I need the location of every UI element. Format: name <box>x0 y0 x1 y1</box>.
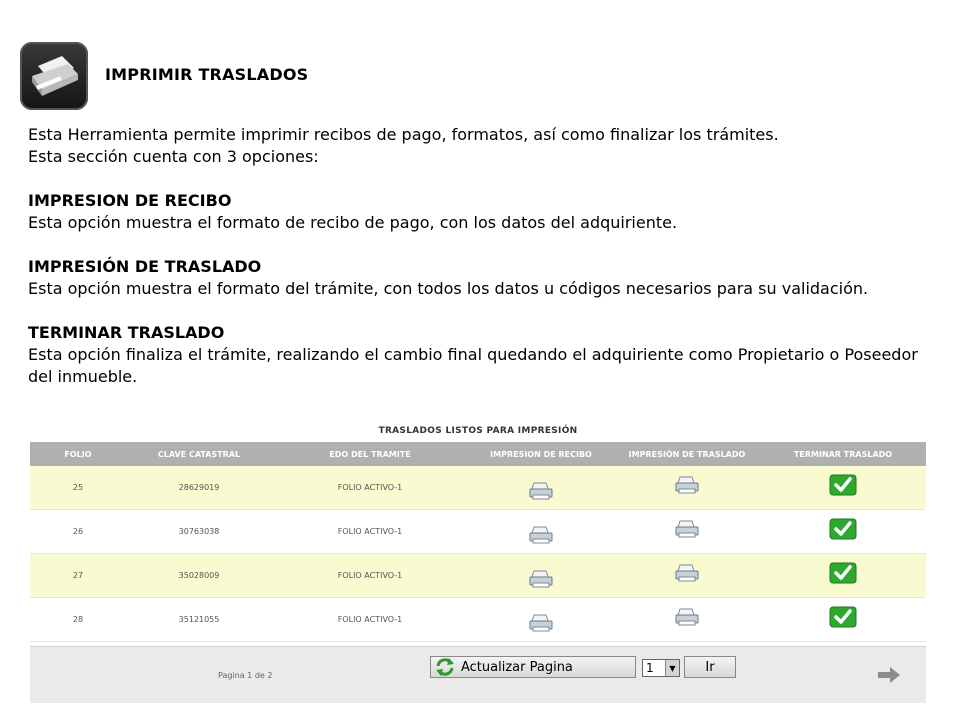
page-indicator: Pagina 1 de 2 <box>218 671 273 680</box>
cell-estado: FOLIO ACTIVO-1 <box>337 615 403 624</box>
table-row: 26 30763038 FOLIO ACTIVO-1 <box>30 510 926 554</box>
cell-folio: 27 <box>72 571 84 580</box>
next-page-arrow-icon[interactable] <box>878 667 900 683</box>
chevron-down-icon[interactable]: ▼ <box>664 660 679 676</box>
go-button[interactable]: Ir <box>684 656 736 678</box>
cell-folio: 28 <box>72 615 84 624</box>
cell-clave: 28629019 <box>178 483 220 492</box>
cell-folio: 26 <box>72 527 84 536</box>
table-row: 25 28629019 FOLIO ACTIVO-1 <box>30 466 926 510</box>
column-header-traslado: IMPRESIÓN DE TRASLADO <box>628 449 746 459</box>
intro-text: Esta Herramienta permite imprimir recibo… <box>28 125 779 144</box>
option-heading-terminar: TERMINAR TRASLADO <box>28 323 225 342</box>
table-caption: TRASLADOS LISTOS PARA IMPRESIÓN <box>378 426 578 436</box>
cell-estado: FOLIO ACTIVO-1 <box>337 571 403 580</box>
option-text-recibo: Esta opción muestra el formato de recibo… <box>28 213 678 232</box>
table-header: FOLIO CLAVE CATASTRAL EDO DEL TRAMITE IM… <box>30 442 926 466</box>
table-row: 27 35028009 FOLIO ACTIVO-1 <box>30 554 926 598</box>
page-select-value: 1 <box>646 661 654 675</box>
option-text-terminar: Esta opción finaliza el trámite, realiza… <box>28 345 918 386</box>
finish-transfer-check-icon[interactable] <box>760 606 926 634</box>
print-receipt-icon[interactable] <box>468 563 614 589</box>
print-transfer-icon[interactable] <box>614 475 760 501</box>
page-select[interactable]: 1 ▼ <box>642 659 680 677</box>
print-transfer-icon[interactable] <box>614 519 760 545</box>
table-body: 25 28629019 FOLIO ACTIVO-1 26 30763038 FOLIO … <box>30 466 926 642</box>
cell-clave: 35121055 <box>178 615 220 624</box>
refresh-page-label: Actualizar Pagina <box>461 659 573 675</box>
option-text-traslado: Esta opción muestra el formato del trámi… <box>28 279 869 298</box>
printer-app-icon <box>20 42 88 110</box>
column-header-terminar: TERMINAR TRASLADO <box>793 449 893 459</box>
finish-transfer-check-icon[interactable] <box>760 562 926 590</box>
description-section: Esta Herramienta permite imprimir recibo… <box>28 124 928 388</box>
option-heading-recibo: IMPRESION DE RECIBO <box>28 191 232 210</box>
column-header-recibo: IMPRESION DE RECIBO <box>490 449 592 459</box>
print-receipt-icon[interactable] <box>468 475 614 501</box>
column-header-estado: EDO DEL TRAMITE <box>329 449 411 459</box>
cell-estado: FOLIO ACTIVO-1 <box>337 483 403 492</box>
print-transfer-icon[interactable] <box>614 607 760 633</box>
table-row: 28 35121055 FOLIO ACTIVO-1 <box>30 598 926 642</box>
traslados-table: TRASLADOS LISTOS PARA IMPRESIÓN FOLIO CL… <box>30 420 926 703</box>
cell-estado: FOLIO ACTIVO-1 <box>337 527 403 536</box>
print-receipt-icon[interactable] <box>468 607 614 633</box>
refresh-page-button[interactable]: Actualizar Pagina <box>430 656 636 678</box>
printer-icon <box>32 56 78 96</box>
print-receipt-icon[interactable] <box>468 519 614 545</box>
print-transfer-icon[interactable] <box>614 563 760 589</box>
cell-clave: 30763038 <box>178 527 220 536</box>
page-title: IMPRIMIR TRASLADOS <box>105 65 309 84</box>
refresh-icon <box>436 658 454 676</box>
intro-text-options: Esta sección cuenta con 3 opciones: <box>28 147 319 166</box>
finish-transfer-check-icon[interactable] <box>760 518 926 546</box>
table-footer: Pagina 1 de 2 Actualizar Pagina 1 ▼ Ir <box>30 646 926 703</box>
column-header-clave: CLAVE CATASTRAL <box>157 449 241 459</box>
column-header-folio: FOLIO <box>64 449 92 459</box>
finish-transfer-check-icon[interactable] <box>760 474 926 502</box>
cell-folio: 25 <box>72 483 84 492</box>
option-heading-traslado: IMPRESIÓN DE TRASLADO <box>28 257 262 276</box>
cell-clave: 35028009 <box>178 571 220 580</box>
